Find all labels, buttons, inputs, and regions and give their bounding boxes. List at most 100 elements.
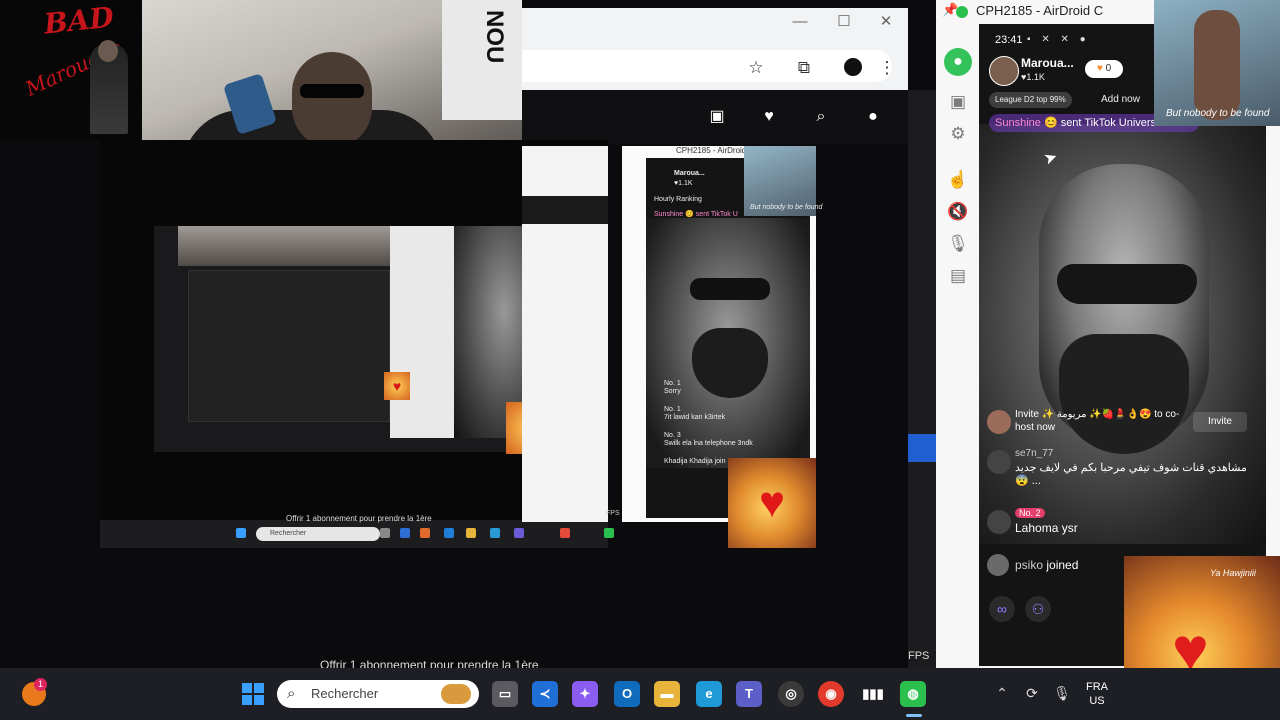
nested-webcam — [178, 226, 390, 266]
wall-poster-text: NOU — [481, 10, 508, 64]
file-manager-icon[interactable]: ▭ — [492, 681, 518, 707]
joined-user[interactable]: psiko — [1015, 558, 1043, 572]
airdroid-title-text: CPH2185 - AirDroid C — [976, 3, 1104, 18]
nested-start-icon — [236, 528, 246, 538]
album-art-image: BAD Marouane — [0, 0, 142, 140]
nested-screen-capture-inner — [154, 226, 554, 452]
mid-comment-message: Sorry — [664, 388, 681, 395]
comment: No. 2 Lahoma ysr — [987, 508, 1257, 540]
nested-app-icon — [400, 528, 410, 538]
comment-message: Lahoma ysr — [1015, 521, 1078, 535]
mid-love-card: ♥ — [728, 458, 816, 548]
taskbar-search[interactable]: ⌕ Rechercher — [277, 680, 479, 708]
explorer-icon[interactable]: ▬ — [654, 681, 680, 707]
joined-text: joined — [1046, 558, 1079, 572]
mid-comment-message: Swilk ela lna telephone 3ndk — [664, 440, 753, 447]
active-app-indicator — [906, 714, 922, 717]
comment-rank-badge: No. 2 — [1015, 508, 1045, 519]
cohost-invite: Invite ✨ مريومة ✨🍓💄👌😍 to co-host now Inv… — [987, 406, 1257, 440]
menu-icon[interactable]: ⋮ — [877, 58, 897, 78]
account-icon[interactable]: ● — [864, 108, 882, 126]
subscriptions-icon[interactable]: ▣ — [708, 108, 726, 126]
obs-icon[interactable]: ◎ — [778, 681, 804, 707]
mid-browser-header — [522, 196, 608, 224]
language-indicator[interactable]: FRA US — [1082, 680, 1112, 708]
airdroid-icon[interactable]: ◍ — [900, 681, 926, 707]
mid-cam-thumbnail: But nobody to be found — [744, 146, 822, 216]
profile-icon[interactable] — [844, 58, 862, 76]
pin-icon[interactable]: 📌 — [942, 2, 958, 18]
search-placeholder: Rechercher — [311, 686, 379, 701]
nested-app-icon — [420, 528, 430, 538]
star-icon[interactable]: ☆ — [746, 58, 766, 78]
add-now-button[interactable]: Add now — [1095, 92, 1146, 108]
invite-button[interactable]: Invite — [1193, 412, 1247, 432]
microphone-icon[interactable]: 🎙 — [1052, 683, 1072, 703]
screenshot-icon[interactable]: ▣ — [946, 90, 970, 114]
start-icon-tile — [242, 683, 252, 693]
album-figure-head — [98, 40, 118, 62]
sync-icon[interactable]: ⟳ — [1022, 683, 1042, 703]
fps-label: FPS — [908, 650, 930, 662]
heart-icon: ♥ — [1096, 63, 1103, 74]
mid-comment-user: No. 1 — [664, 406, 681, 413]
extensions-icon[interactable]: ⧉ — [794, 58, 814, 78]
album-title: BAD — [42, 0, 116, 41]
vscode-icon[interactable]: ≺ — [532, 681, 558, 707]
search-icon: ⌕ — [287, 685, 296, 702]
start-icon-tile — [254, 683, 264, 693]
settings-icon[interactable]: ⚙ — [946, 122, 970, 146]
start-icon-tile — [254, 695, 264, 705]
minimize-button[interactable]: — — [792, 14, 808, 30]
chevron-up-icon[interactable]: ⌃ — [992, 683, 1012, 703]
cohost-icon[interactable]: ⚇ — [1025, 596, 1051, 622]
edge-icon[interactable]: e — [696, 681, 722, 707]
mute-icon[interactable]: 🔇 — [946, 200, 970, 224]
sunglasses — [300, 84, 364, 98]
file-icon[interactable]: ▤ — [946, 264, 970, 288]
link-icon[interactable]: ∞ — [989, 596, 1015, 622]
comment-message: مشاهدي قنات شوف تيفي مرحبا بكم في لايف ج… — [1015, 462, 1247, 487]
nested-app-icon — [490, 528, 500, 538]
chrome-icon[interactable]: ◉ — [818, 681, 844, 707]
search-icon[interactable]: ⌕ — [812, 108, 830, 126]
start-icon-tile — [242, 695, 252, 705]
nested-app-icon — [604, 528, 614, 538]
close-button[interactable]: ✕ — [878, 14, 894, 30]
mic-off-icon[interactable]: 🎙 — [946, 232, 970, 256]
outlook-icon[interactable]: O — [614, 681, 640, 707]
rank-badge: No. 2 — [1015, 508, 1045, 518]
phone-status-icons: ▪ ✕ ✕ ● — [1027, 34, 1090, 45]
mid-tiktok-likes: ♥1.1K — [674, 180, 693, 187]
invitee-avatar — [987, 410, 1011, 434]
mid-joined: Khadija Khadija join — [664, 458, 726, 465]
comment-user[interactable]: se7n_77 — [1015, 448, 1053, 459]
background-panel — [908, 90, 936, 668]
copilot-icon[interactable]: ✦ — [572, 681, 598, 707]
host-name[interactable]: Maroua... — [1021, 56, 1074, 70]
streamer-sunglasses — [1057, 264, 1197, 304]
airdroid-logo-icon[interactable]: ● — [944, 48, 972, 76]
start-button[interactable] — [242, 683, 264, 705]
host-likes: ♥1.1K — [1021, 72, 1045, 82]
league-badge[interactable]: League D2 top 99% — [989, 92, 1072, 108]
comment-avatar — [987, 510, 1011, 534]
host-avatar[interactable] — [989, 56, 1019, 86]
touch-icon[interactable]: ☝ — [946, 168, 970, 192]
heart-icon[interactable]: ♥ — [760, 108, 778, 126]
nested-offer-banner: Offrir 1 abonnement pour prendre la 1ère — [286, 514, 432, 523]
address-bar[interactable] — [522, 50, 892, 82]
maximize-button[interactable]: ☐ — [836, 14, 852, 30]
joined-avatar — [987, 554, 1009, 576]
audio-app-icon[interactable]: ▮▮▮ — [860, 681, 886, 707]
teams-icon[interactable]: T — [736, 681, 762, 707]
region-code: US — [1089, 695, 1105, 707]
language-code: FRA — [1086, 681, 1108, 693]
love-card-caption: Ya Hawjiniii — [1210, 568, 1256, 578]
phone-time: 23:41 — [995, 34, 1023, 46]
mid-tiktok-name: Maroua... — [674, 170, 705, 177]
nested-app-icon — [560, 528, 570, 538]
nested-app-icon — [444, 528, 454, 538]
follow-count-badge[interactable]: ♥ 0 — [1085, 60, 1123, 78]
nested-app-icon — [466, 528, 476, 538]
